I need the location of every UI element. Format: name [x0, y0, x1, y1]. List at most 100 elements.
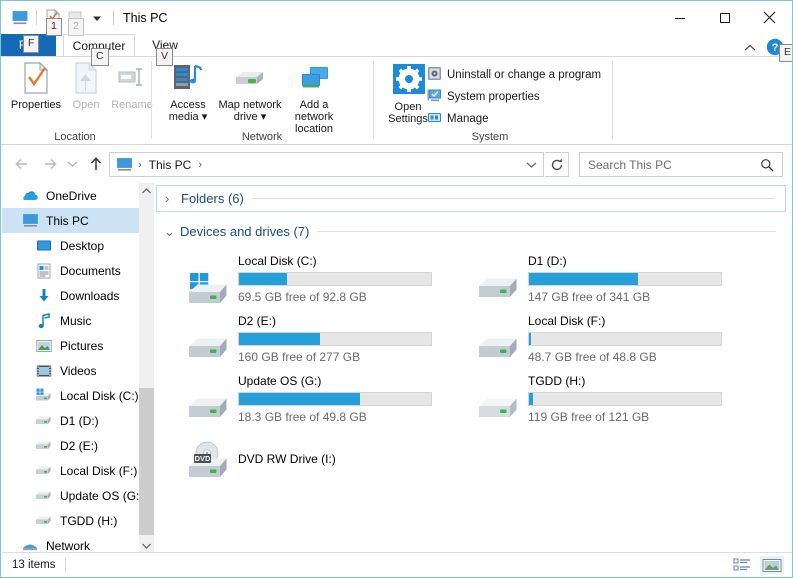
sidebar-item-pictures[interactable]: Pictures	[2, 333, 154, 358]
drive-tile-tgdd-h[interactable]: TGDD (H:) 119 GB free of 121 GB	[454, 374, 744, 432]
drive-capacity-fill	[529, 333, 531, 345]
sidebar-item-local-disk-f[interactable]: Local Disk (F:)	[2, 458, 154, 483]
address-dropdown-icon[interactable]	[519, 153, 543, 176]
sidebar-item-label: This PC	[46, 214, 89, 228]
accelerator-key-1: 1	[46, 18, 62, 36]
sidebar-item-desktop[interactable]: Desktop	[2, 233, 154, 258]
sidebar-item-music[interactable]: Music	[2, 308, 154, 333]
ribbon-button-map-network-drive-label: Map network drive ▾	[218, 99, 282, 123]
ribbon-button-system-properties[interactable]: System properties	[427, 87, 540, 107]
drive-tile-d2[interactable]: D2 (E:) 160 GB free of 277 GB	[164, 314, 454, 372]
sidebar-item-label: Videos	[60, 364, 96, 378]
chevron-right-icon[interactable]: ›	[165, 191, 181, 206]
search-box[interactable]: Search This PC	[579, 152, 783, 177]
scroll-up-icon[interactable]	[139, 183, 154, 199]
large-icons-view-button[interactable]	[760, 556, 784, 574]
navigation-pane-scrollbar[interactable]	[139, 183, 154, 554]
sidebar-item-label: D1 (D:)	[60, 414, 99, 428]
drive-free-space: 69.5 GB free of 92.8 GB	[238, 290, 367, 304]
drive-icon	[476, 268, 524, 308]
up-button[interactable]	[85, 153, 107, 175]
drive-icon	[34, 414, 54, 427]
sidebar-item-videos[interactable]: Videos	[2, 358, 154, 383]
settings-gear-icon	[390, 63, 426, 97]
ribbon-button-add-network-location-label: Add a network location	[282, 99, 346, 135]
scrollbar-thumb[interactable]	[139, 388, 154, 535]
drive-tile-update-os-g[interactable]: Update OS (G:) 18.3 GB free of 49.8 GB	[164, 374, 454, 432]
file-list-view[interactable]: › Folders (6) ⌄ Devices and drives (7)	[156, 183, 792, 554]
sidebar-item-label: Desktop	[60, 239, 104, 253]
sidebar-item-label: OneDrive	[46, 189, 97, 203]
sidebar-item-d2[interactable]: D2 (E:)	[2, 433, 154, 458]
drive-tile-local-disk-c[interactable]: Local Disk (C:) 69.5 GB free of 92.8 GB	[164, 254, 454, 312]
recent-locations-button[interactable]	[64, 153, 80, 175]
onedrive-icon	[20, 189, 40, 202]
sidebar-item-label: Local Disk (F:)	[60, 464, 137, 478]
address-bar[interactable]: › This PC ›	[109, 152, 544, 177]
minimize-button[interactable]	[657, 1, 702, 34]
breadcrumb-this-pc[interactable]: This PC	[147, 158, 194, 172]
ribbon-group-location: Properties Open	[1, 57, 149, 145]
drive-tile-local-disk-f[interactable]: Local Disk (F:) 48.7 GB free of 48.8 GB	[454, 314, 744, 372]
pictures-icon	[34, 339, 54, 353]
ribbon-group-divider-1	[151, 61, 152, 139]
maximize-button[interactable]	[702, 1, 747, 34]
collapse-ribbon-icon[interactable]	[742, 40, 758, 56]
ribbon-group-network-label: Network	[153, 131, 371, 143]
accelerator-key-file: F	[23, 35, 39, 53]
search-input[interactable]: Search This PC	[580, 158, 760, 172]
file-explorer-window: This PC 1 2 File Computer View F C V	[0, 0, 793, 578]
sidebar-item-tgdd-h[interactable]: TGDD (H:)	[2, 508, 154, 533]
sidebar-item-label: Network	[46, 539, 90, 553]
sidebar-item-update-os-g[interactable]: Update OS (G:)	[2, 483, 154, 508]
chevron-down-icon[interactable]: ⌄	[164, 224, 180, 240]
qat-title-divider	[113, 10, 114, 25]
sidebar-item-downloads[interactable]: Downloads	[2, 283, 154, 308]
details-view-button[interactable]	[730, 556, 754, 574]
group-header-folders-label: Folders (6)	[181, 191, 244, 206]
window-title: This PC	[123, 11, 167, 25]
network-icon	[20, 539, 40, 552]
accelerator-key-computer: C	[91, 48, 109, 66]
system-properties-icon	[427, 88, 442, 106]
breadcrumb-separator-icon[interactable]: ›	[193, 159, 207, 171]
ribbon-button-access-media[interactable]: Access media ▾	[157, 61, 219, 123]
ribbon-button-manage[interactable]: Manage	[427, 109, 489, 129]
drive-capacity-fill	[239, 273, 287, 285]
back-button[interactable]	[11, 153, 33, 175]
sidebar-item-documents[interactable]: Documents	[2, 258, 154, 283]
drive-capacity-bar	[528, 332, 722, 346]
desktop-icon	[34, 239, 54, 253]
sidebar-item-this-pc[interactable]: This PC	[2, 208, 154, 233]
close-button[interactable]	[747, 1, 792, 34]
search-icon[interactable]	[760, 158, 782, 172]
drive-tile-dvd-rw-i[interactable]: DVD DVD RW Drive (I:)	[164, 434, 454, 492]
drive-free-space: 160 GB free of 277 GB	[238, 350, 360, 364]
open-icon	[71, 61, 101, 95]
customize-dropdown-icon[interactable]	[86, 7, 108, 29]
ribbon: ? Properties	[1, 56, 792, 145]
ribbon-button-map-network-drive[interactable]: Map network drive ▾	[219, 61, 281, 123]
documents-icon	[34, 263, 54, 279]
forward-button[interactable]	[39, 153, 61, 175]
sidebar-item-network[interactable]: Network	[2, 533, 154, 554]
group-header-devices-and-drives[interactable]: ⌄ Devices and drives (7)	[156, 218, 786, 245]
this-pc-icon	[110, 157, 133, 172]
drive-capacity-fill	[529, 393, 533, 405]
sidebar-item-label: TGDD (H:)	[60, 514, 117, 528]
ribbon-group-system-label: System	[395, 131, 585, 143]
ribbon-button-add-network-location[interactable]: Add a network location	[283, 61, 345, 135]
sidebar-item-local-disk-c[interactable]: Local Disk (C:)	[2, 383, 154, 408]
drive-capacity-bar	[238, 392, 432, 406]
group-header-folders[interactable]: › Folders (6)	[156, 185, 786, 212]
refresh-button[interactable]	[545, 152, 569, 177]
this-pc-icon[interactable]	[9, 7, 31, 29]
quick-access-toolbar: This PC	[1, 1, 167, 34]
sidebar-item-onedrive[interactable]: OneDrive	[2, 183, 154, 208]
videos-icon	[34, 364, 54, 378]
drive-tile-d1[interactable]: D1 (D:) 147 GB free of 341 GB	[454, 254, 744, 312]
sidebar-item-d1[interactable]: D1 (D:)	[2, 408, 154, 433]
drive-icon	[186, 328, 234, 368]
drive-capacity-fill	[239, 393, 360, 405]
ribbon-button-uninstall-program[interactable]: Uninstall or change a program	[427, 65, 601, 85]
